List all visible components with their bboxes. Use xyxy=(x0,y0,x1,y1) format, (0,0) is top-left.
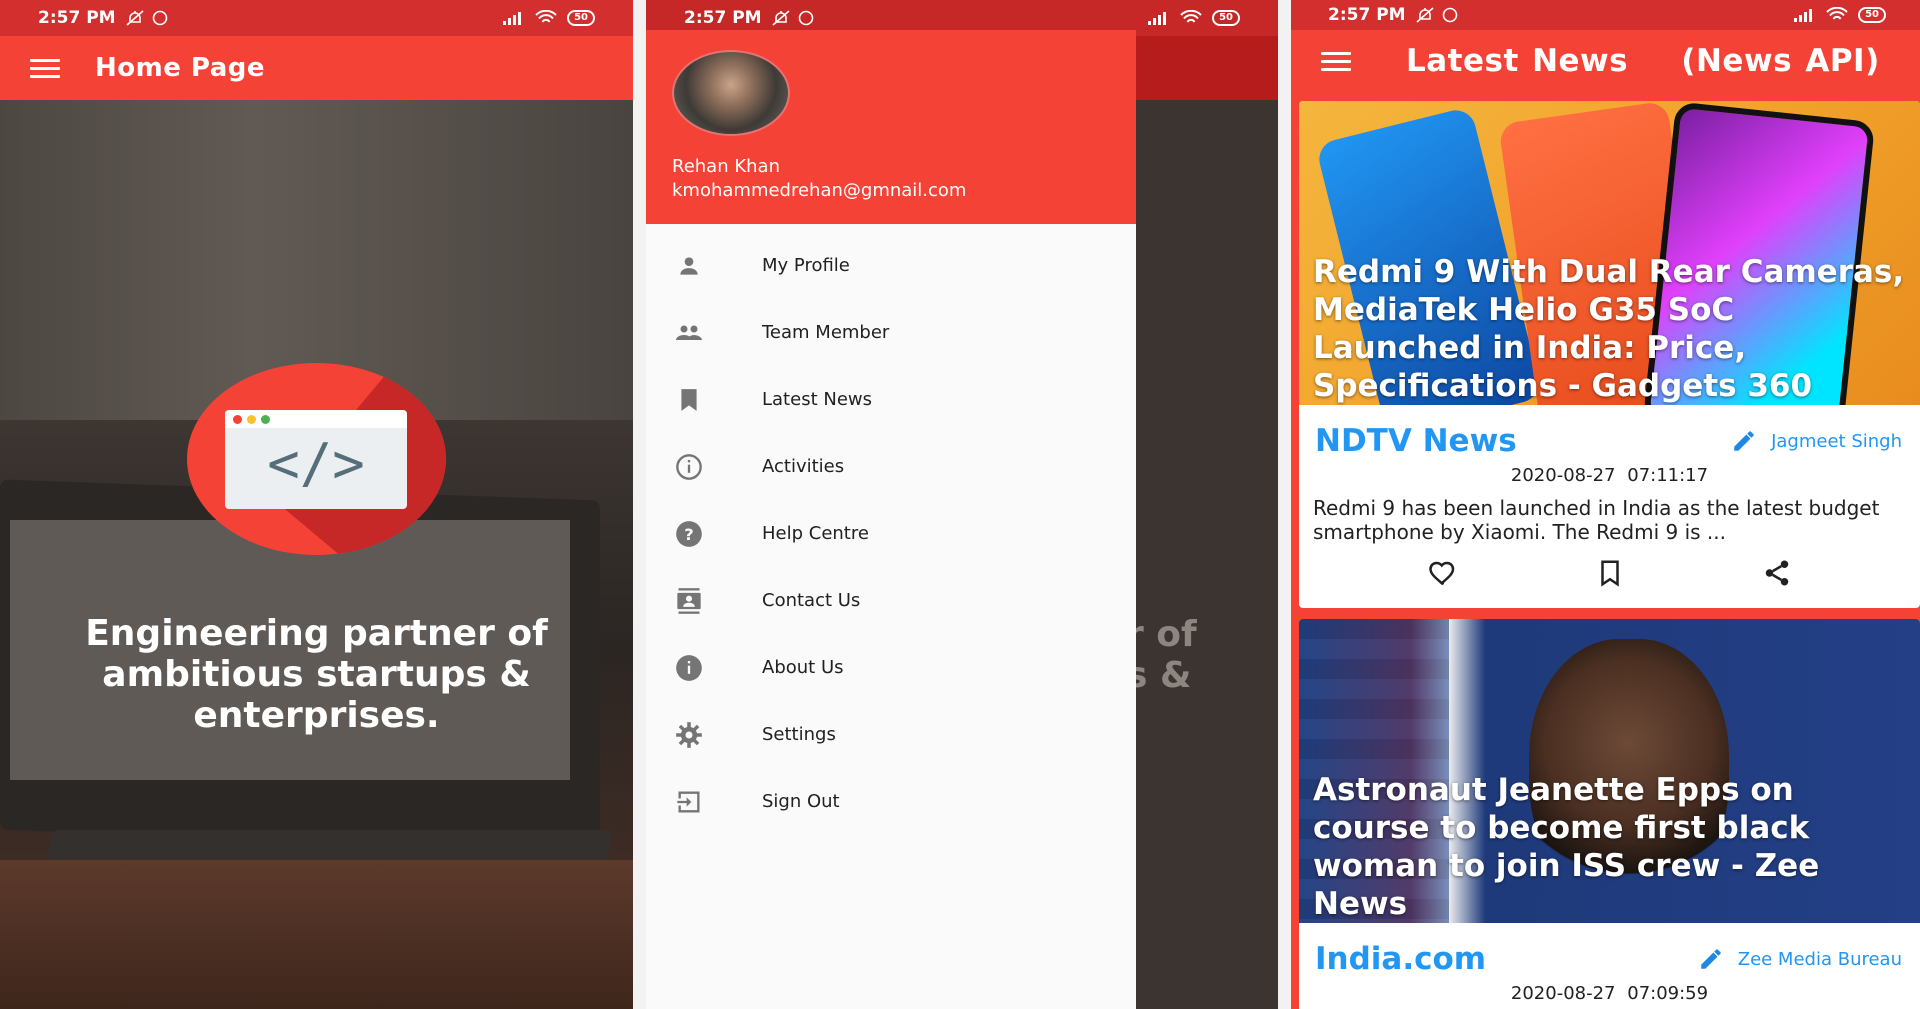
article-headline: Astronaut Jeanette Epps on course to bec… xyxy=(1313,772,1820,922)
article-date: 2020-08-27 07:11:17 xyxy=(1510,465,1709,486)
article-headline: Redmi 9 With Dual Rear Cameras, MediaTek… xyxy=(1313,254,1905,404)
signal-icon xyxy=(1794,9,1813,22)
article-author: Zee Media Bureau xyxy=(1698,946,1902,972)
article-image[interactable]: Astronaut Jeanette Epps on course to bec… xyxy=(1299,619,1920,923)
bookmark-icon[interactable] xyxy=(1595,558,1625,588)
battery-indicator: 50 xyxy=(1212,10,1240,26)
author-name: Zee Media Bureau xyxy=(1737,948,1902,970)
status-bar: 2:57 PM 50 xyxy=(1291,0,1920,30)
heart-icon[interactable] xyxy=(1428,558,1458,588)
muted-bell-icon xyxy=(1416,7,1434,23)
hamburger-menu-icon[interactable] xyxy=(30,58,60,78)
whatsapp-icon xyxy=(798,10,813,26)
news-card[interactable]: Redmi 9 With Dual Rear Cameras, MediaTek… xyxy=(1299,101,1920,608)
article-source: NDTV News xyxy=(1315,423,1517,459)
home-screen: 2:57 PM 50 Home Page </> Engineering par… xyxy=(0,0,633,1009)
status-bar: 2:57 PM 50 xyxy=(0,0,633,36)
status-time: 2:57 PM xyxy=(1328,5,1406,25)
avatar[interactable] xyxy=(672,50,790,136)
menu-item-activities[interactable]: Activities xyxy=(646,433,1136,500)
info-icon xyxy=(672,651,706,685)
info-outline-icon xyxy=(672,450,706,484)
status-time: 2:57 PM xyxy=(684,8,762,28)
page-title: Latest News (News API) xyxy=(1406,43,1880,79)
signal-icon xyxy=(503,12,522,25)
wifi-icon xyxy=(1826,7,1848,20)
article-author: Jagmeet Singh xyxy=(1731,428,1902,454)
signal-icon xyxy=(1148,12,1167,25)
system-icons: 50 xyxy=(1794,0,1886,30)
muted-bell-icon xyxy=(126,10,144,26)
wifi-icon xyxy=(1180,10,1202,23)
background-text-fragment: r of s & xyxy=(1126,614,1197,696)
menu-label: Activities xyxy=(762,456,845,477)
system-icons: 50 xyxy=(1148,0,1240,36)
menu-item-my-profile[interactable]: My Profile xyxy=(646,232,1136,299)
menu-item-contact-us[interactable]: Contact Us xyxy=(646,567,1136,634)
article-image[interactable]: Redmi 9 With Dual Rear Cameras, MediaTek… xyxy=(1299,101,1920,405)
code-logo-icon: </> xyxy=(187,363,446,555)
system-icons: 50 xyxy=(503,0,595,36)
status-time: 2:57 PM xyxy=(38,8,116,28)
notification-icons xyxy=(772,10,814,26)
article-source: India.com xyxy=(1315,941,1487,977)
menu-label: Sign Out xyxy=(762,791,840,812)
app-bar: Latest News (News API) xyxy=(1291,30,1920,92)
menu-item-help-centre[interactable]: ? Help Centre xyxy=(646,500,1136,567)
notification-icons xyxy=(126,10,168,26)
drawer-menu: My Profile Team Member Latest News Activ… xyxy=(646,224,1136,835)
user-name: Rehan Khan xyxy=(672,156,780,177)
menu-label: About Us xyxy=(762,657,844,678)
hamburger-menu-icon[interactable] xyxy=(1321,51,1351,71)
app-bar: Home Page xyxy=(0,36,633,100)
contacts-icon xyxy=(672,584,706,618)
news-screen: 2:57 PM 50 Latest News (News API) Redmi … xyxy=(1291,0,1920,1009)
menu-label: Team Member xyxy=(762,322,890,343)
page-title: Home Page xyxy=(95,53,266,83)
menu-label: Contact Us xyxy=(762,590,861,611)
hero-tagline: Engineering partner of ambitious startup… xyxy=(85,613,548,736)
navigation-drawer: Rehan Khan kmohammedrehan@gmnail.com My … xyxy=(646,30,1136,1009)
whatsapp-icon xyxy=(1442,7,1457,23)
article-meta: India.com Zee Media Bureau xyxy=(1299,923,1920,981)
article-date: 2020-08-27 07:09:59 xyxy=(1510,983,1709,1004)
user-email: kmohammedrehan@gmnail.com xyxy=(672,180,967,201)
drawer-header: Rehan Khan kmohammedrehan@gmnail.com xyxy=(646,30,1136,224)
whatsapp-icon xyxy=(152,10,167,26)
article-meta: NDTV News Jagmeet Singh xyxy=(1299,405,1920,463)
notification-icons xyxy=(1416,7,1458,23)
article-actions xyxy=(1299,544,1920,598)
bookmark-icon xyxy=(672,383,706,417)
logo-code-text: </> xyxy=(267,432,365,495)
drawer-screen: r of s & 2:57 PM 50 Rehan Khan kmohammedr… xyxy=(646,0,1278,1009)
news-card[interactable]: Astronaut Jeanette Epps on course to bec… xyxy=(1299,619,1920,1009)
pencil-icon xyxy=(1734,431,1754,451)
pencil-icon xyxy=(1700,949,1721,969)
menu-label: My Profile xyxy=(762,255,850,276)
muted-bell-icon xyxy=(772,10,790,26)
menu-label: Latest News xyxy=(762,389,872,410)
article-description: Redmi 9 has been launched in India as th… xyxy=(1313,496,1880,544)
wifi-icon xyxy=(535,10,557,23)
menu-label: Settings xyxy=(762,724,836,745)
menu-item-settings[interactable]: Settings xyxy=(646,701,1136,768)
group-icon xyxy=(672,316,706,350)
battery-indicator: 50 xyxy=(567,10,595,26)
menu-item-team-member[interactable]: Team Member xyxy=(646,299,1136,366)
help-icon: ? xyxy=(672,517,706,551)
menu-item-about-us[interactable]: About Us xyxy=(646,634,1136,701)
menu-item-latest-news[interactable]: Latest News xyxy=(646,366,1136,433)
battery-indicator: 50 xyxy=(1858,7,1886,23)
menu-item-sign-out[interactable]: Sign Out xyxy=(646,768,1136,835)
gear-icon xyxy=(672,718,706,752)
exit-icon xyxy=(672,785,706,819)
menu-label: Help Centre xyxy=(762,523,869,544)
svg-text:?: ? xyxy=(684,524,693,543)
author-name: Jagmeet Singh xyxy=(1771,430,1902,452)
person-icon xyxy=(672,249,706,283)
share-icon[interactable] xyxy=(1762,558,1792,588)
